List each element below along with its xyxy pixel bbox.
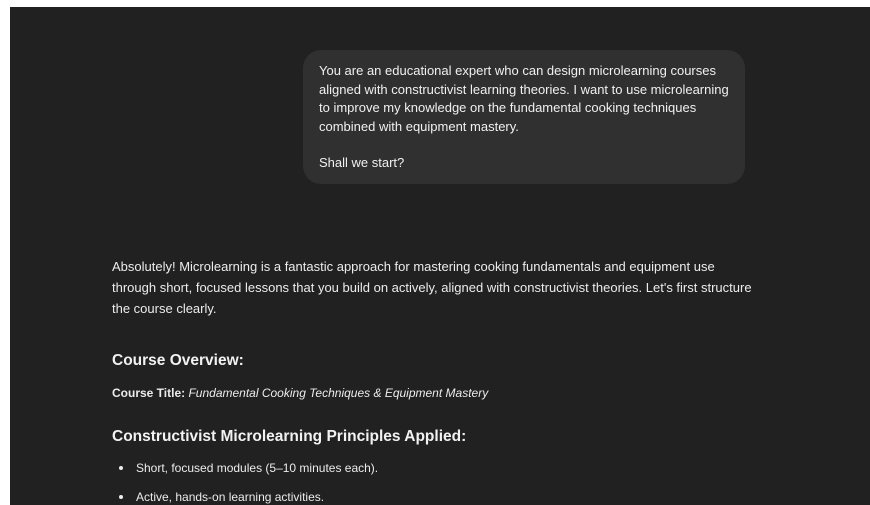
principles-heading: Constructivist Microlearning Principles … [112, 428, 467, 445]
principle-text: Active, hands-on learning activities. [136, 490, 325, 504]
principles-list: Short, focused modules (5–10 minutes eac… [112, 460, 378, 505]
course-overview-heading: Course Overview: [112, 352, 244, 369]
chat-window: You are an educational expert who can de… [10, 7, 870, 505]
user-message-bubble: You are an educational expert who can de… [303, 50, 745, 184]
bullet-dot-icon [119, 466, 123, 470]
user-message-text: You are an educational expert who can de… [319, 63, 729, 134]
bullet-dot-icon [119, 495, 123, 499]
user-message-question: Shall we start? [319, 155, 405, 170]
course-title-line: Course Title: Fundamental Cooking Techni… [112, 385, 488, 401]
list-item: Short, focused modules (5–10 minutes eac… [112, 460, 378, 489]
course-title-label: Course Title: [112, 386, 186, 400]
list-item: Active, hands-on learning activities. [112, 489, 378, 505]
assistant-message: Absolutely! Microlearning is a fantastic… [112, 256, 752, 504]
course-title-value: Fundamental Cooking Techniques & Equipme… [188, 386, 489, 400]
assistant-intro-text: Absolutely! Microlearning is a fantastic… [112, 259, 752, 316]
principle-text: Short, focused modules (5–10 minutes eac… [136, 461, 379, 475]
